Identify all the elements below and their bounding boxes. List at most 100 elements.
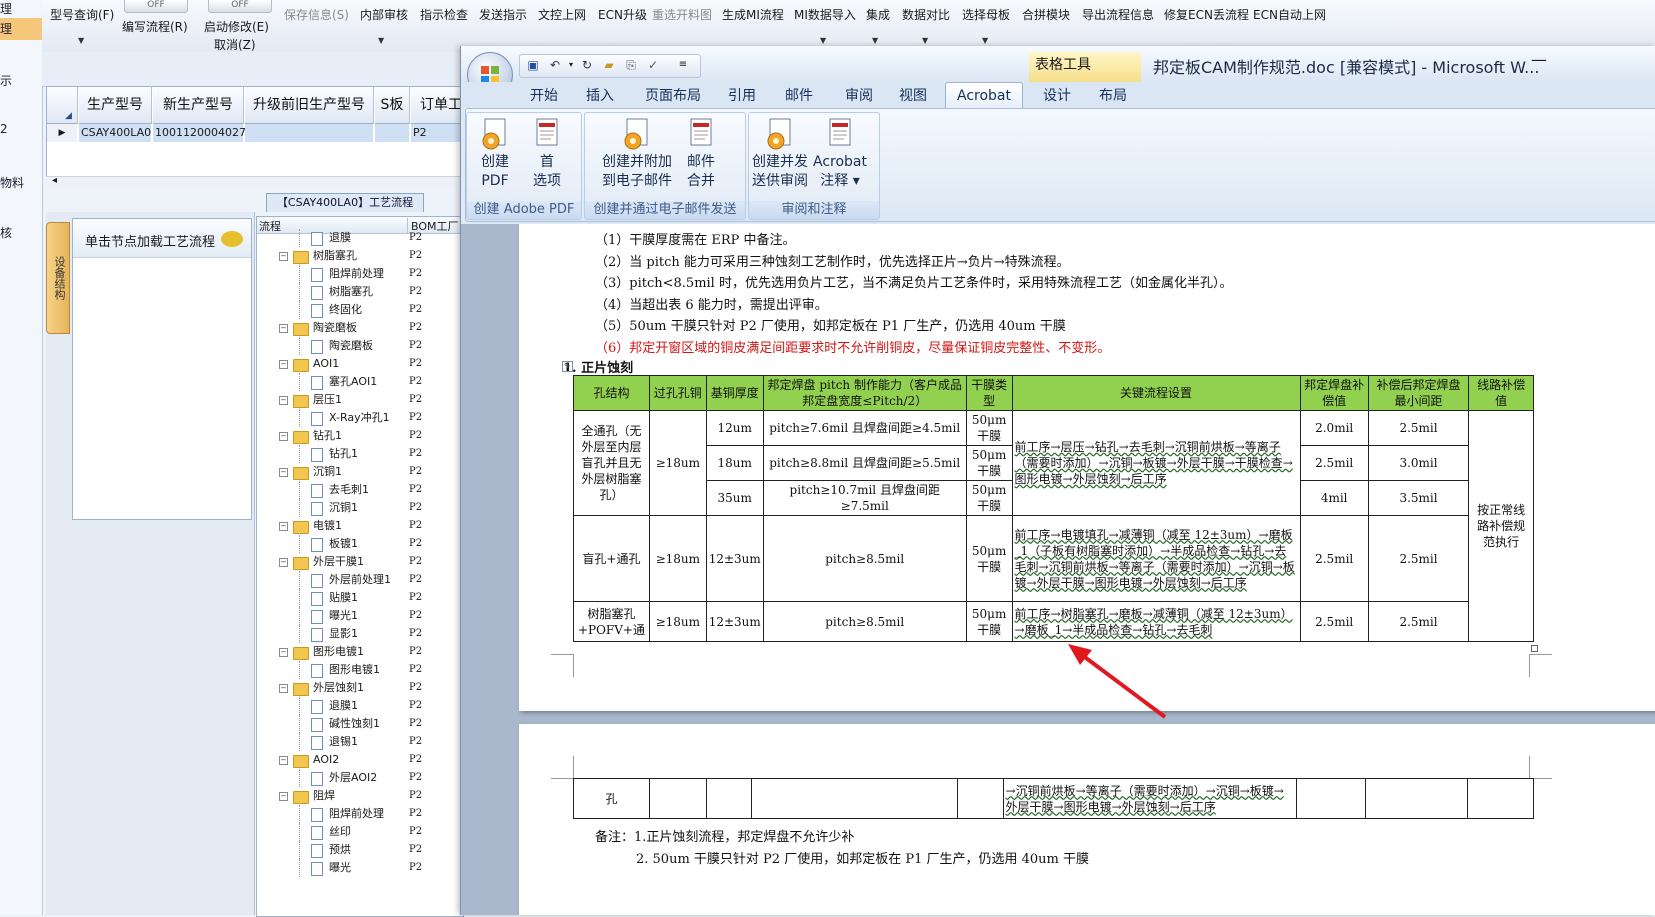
dropdown-arrow-icon[interactable]: ▼: [820, 36, 826, 45]
collapse-icon[interactable]: −: [279, 756, 288, 765]
toolbar-button[interactable]: 集成: [866, 6, 890, 23]
collapse-icon[interactable]: −: [279, 252, 288, 261]
ribbon-tab[interactable]: 设计: [1037, 84, 1077, 108]
ribbon-tab[interactable]: 邮件: [779, 84, 819, 108]
collapse-icon[interactable]: −: [279, 432, 288, 441]
toolbar-button[interactable]: 文控上网: [538, 6, 586, 23]
ribbon-tab[interactable]: 布局: [1093, 84, 1133, 108]
ribbon-tab[interactable]: 审阅: [839, 84, 879, 108]
scroll-left-icon[interactable]: ◂: [52, 175, 57, 186]
left-nav-item[interactable]: 理: [0, 20, 12, 37]
toolbar-button[interactable]: 选择母板: [962, 6, 1010, 23]
tree-node[interactable]: − 树脂塞孔 P2: [257, 247, 463, 265]
collapse-icon[interactable]: −: [279, 396, 288, 405]
grid-cell[interactable]: [245, 124, 373, 142]
tree-node[interactable]: 板镀1 P2: [257, 535, 463, 553]
dropdown-arrow-icon[interactable]: ▼: [872, 36, 878, 45]
grid-cell[interactable]: CSAY400LA0: [79, 124, 151, 142]
dropdown-arrow-icon[interactable]: ▼: [982, 36, 988, 45]
toolbar-button[interactable]: 合拼模块: [1022, 6, 1070, 23]
undo-icon[interactable]: ↶: [548, 58, 562, 72]
ribbon-tab[interactable]: Acrobat: [945, 82, 1023, 110]
grid-cell[interactable]: 10011200040275: [153, 124, 253, 142]
collapse-icon[interactable]: −: [279, 468, 288, 477]
left-nav-item[interactable]: 理: [0, 0, 12, 17]
toolbar-button[interactable]: ECN升级: [598, 6, 647, 23]
toolbar-button[interactable]: 取消(Z): [214, 36, 256, 53]
toolbar-button[interactable]: 修复ECN丢流程: [1164, 6, 1249, 23]
left-nav-item[interactable]: 2: [0, 122, 8, 136]
tree-node[interactable]: 阻焊前处理 P2: [257, 805, 463, 823]
tree-node[interactable]: 碱性蚀刻1 P2: [257, 715, 463, 733]
toolbar-button[interactable]: 发送指示: [479, 6, 527, 23]
tree-node[interactable]: 退膜 P2: [257, 229, 463, 247]
grid-cell[interactable]: [375, 124, 409, 142]
minimize-icon[interactable]: —: [1531, 50, 1547, 69]
off-toggle[interactable]: OFF: [208, 0, 272, 13]
save-icon[interactable]: ▣: [526, 58, 540, 72]
toolbar-button[interactable]: 启动修改(E): [204, 18, 269, 35]
tree-node[interactable]: 塞孔AOI1 P2: [257, 373, 463, 391]
dropdown-arrow-icon[interactable]: ▼: [78, 36, 84, 45]
grid-column-header[interactable]: S板: [375, 87, 410, 124]
tree-node[interactable]: 去毛刺1 P2: [257, 481, 463, 499]
toolbar-button[interactable]: 型号查询(F): [50, 6, 114, 23]
tree-node[interactable]: 外层前处理1 P2: [257, 571, 463, 589]
toolbar-button[interactable]: 重选开料图: [652, 6, 712, 23]
left-nav-item[interactable]: 示: [0, 72, 12, 89]
toolbar-button[interactable]: 内部审核: [360, 6, 408, 23]
ribbon-button[interactable]: 创建并附加 到电子邮件: [599, 117, 675, 191]
collapse-icon[interactable]: −: [279, 522, 288, 531]
collapse-icon[interactable]: −: [279, 792, 288, 801]
collapse-icon[interactable]: −: [279, 324, 288, 333]
ribbon-button[interactable]: 创建 PDF: [473, 117, 517, 191]
toolbar-button[interactable]: 导出流程信息: [1082, 6, 1154, 23]
tree-node[interactable]: 陶瓷磨板 P2: [257, 337, 463, 355]
ribbon-button[interactable]: 邮件 合并: [679, 117, 723, 191]
tree-node[interactable]: − 图形电镀1 P2: [257, 643, 463, 661]
ribbon-tab[interactable]: 开始: [523, 84, 565, 108]
tree-node[interactable]: 曝光 P2: [257, 859, 463, 877]
left-nav-item[interactable]: 核: [0, 224, 12, 241]
off-toggle[interactable]: OFF: [124, 0, 188, 13]
open-folder-icon[interactable]: ▰: [602, 58, 616, 72]
tree-node[interactable]: 沉铜1 P2: [257, 499, 463, 517]
toolbar-button[interactable]: 编写流程(R): [122, 18, 188, 35]
dropdown-arrow-icon[interactable]: ▼: [378, 36, 384, 45]
tree-node[interactable]: 退膜1 P2: [257, 697, 463, 715]
tree-node[interactable]: − 外层干膜1 P2: [257, 553, 463, 571]
tree-node[interactable]: − 陶瓷磨板 P2: [257, 319, 463, 337]
grid-column-header[interactable]: 升级前旧生产型号: [245, 87, 374, 124]
grid-column-header[interactable]: 生产型号: [79, 87, 152, 124]
toolbar-button[interactable]: 数据对比: [902, 6, 950, 23]
tree-node[interactable]: 外层AOI2 P2: [257, 769, 463, 787]
tree-node[interactable]: 显影1 P2: [257, 625, 463, 643]
toolbar-button[interactable]: MI数据导入: [794, 6, 856, 23]
grid-hscrollbar[interactable]: ◂: [46, 175, 462, 189]
ribbon-tab[interactable]: 视图: [893, 84, 933, 108]
ribbon-button[interactable]: 首选项: [525, 117, 569, 191]
tree-node[interactable]: − 阻焊 P2: [257, 787, 463, 805]
collapse-icon[interactable]: −: [279, 684, 288, 693]
tree-node[interactable]: 曝光1 P2: [257, 607, 463, 625]
tree-node[interactable]: 丝印 P2: [257, 823, 463, 841]
redo-icon[interactable]: ↻: [580, 58, 594, 72]
toolbar-button[interactable]: 保存信息(S): [284, 6, 349, 23]
undo-dropdown-icon[interactable]: ▾: [564, 58, 578, 72]
side-tab-equipment[interactable]: 设备结构: [46, 222, 70, 334]
tree-node[interactable]: 钻孔1 P2: [257, 445, 463, 463]
tree-node[interactable]: 阻焊前处理 P2: [257, 265, 463, 283]
tree-node[interactable]: − 层压1 P2: [257, 391, 463, 409]
ribbon-tab[interactable]: 页面布局: [641, 84, 705, 108]
tree-node[interactable]: − 外层蚀刻1 P2: [257, 679, 463, 697]
spelling-icon[interactable]: ✓: [646, 58, 660, 72]
left-nav-item[interactable]: 物料: [0, 174, 24, 191]
dropdown-arrow-icon[interactable]: ▼: [922, 36, 928, 45]
tree-node[interactable]: 预烘 P2: [257, 841, 463, 859]
toolbar-button[interactable]: 生成MI流程: [722, 6, 784, 23]
tree-node[interactable]: − 钻孔1 P2: [257, 427, 463, 445]
table-move-handle-icon[interactable]: +: [562, 361, 573, 372]
ribbon-tab[interactable]: 插入: [579, 84, 621, 108]
ribbon-button[interactable]: 创建并发 送供审阅: [751, 117, 809, 191]
tree-node[interactable]: 退锡1 P2: [257, 733, 463, 751]
